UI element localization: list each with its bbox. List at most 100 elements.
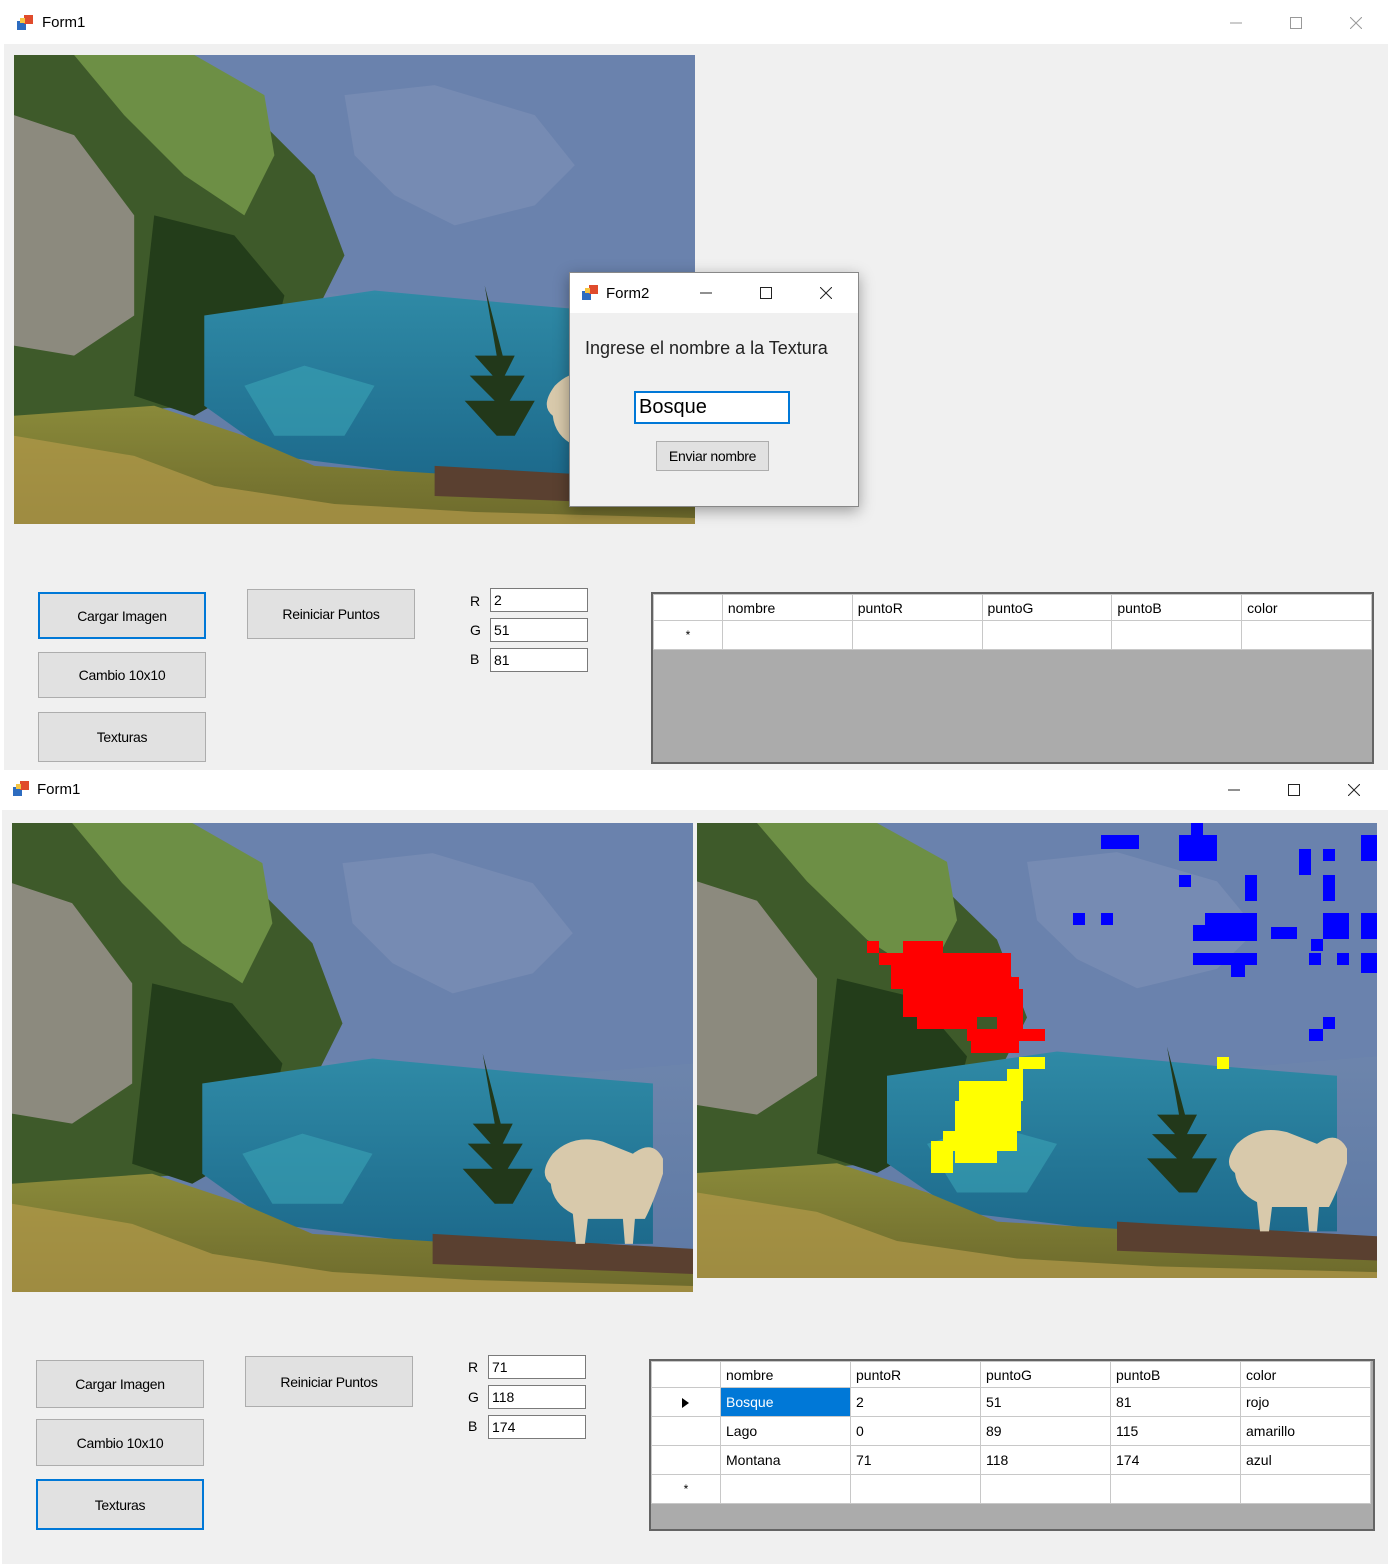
textures-button[interactable]: Texturas <box>38 712 206 762</box>
grid-cell[interactable]: 2 <box>850 1387 981 1417</box>
minimize-button[interactable] <box>1206 2 1266 44</box>
grid-cell[interactable] <box>1111 620 1243 650</box>
dialog-title: Form2 <box>606 285 650 302</box>
app-icon <box>17 15 33 30</box>
grid-cell[interactable]: azul <box>1240 1445 1371 1475</box>
current-row-indicator <box>651 1387 721 1417</box>
close-icon <box>1350 17 1362 29</box>
app-icon <box>13 781 29 796</box>
grid-cell[interactable]: 89 <box>980 1416 1111 1446</box>
grid-cell[interactable]: amarillo <box>1240 1416 1371 1446</box>
column-header-puntob[interactable]: puntoB <box>1110 1361 1241 1388</box>
new-row[interactable]: * <box>651 1474 1371 1504</box>
grid-cell[interactable] <box>850 1474 981 1504</box>
new-row[interactable]: * <box>653 620 1372 650</box>
maximize-button[interactable] <box>1264 770 1324 810</box>
b-input[interactable] <box>490 648 588 672</box>
r-input[interactable] <box>490 588 588 612</box>
app-icon <box>582 285 598 300</box>
r-input[interactable] <box>488 1355 586 1379</box>
column-header-puntog[interactable]: puntoG <box>981 594 1113 621</box>
grid-cell[interactable]: Lago <box>720 1416 851 1446</box>
g-label: G <box>470 622 481 638</box>
g-input[interactable] <box>490 618 588 642</box>
maximize-icon <box>1288 784 1300 796</box>
grid-cell[interactable] <box>851 620 983 650</box>
form1-window-bottom: Form1 Cargar Imagen Cambio 10x10 Textura… <box>2 770 1388 1564</box>
grid-cell[interactable]: 71 <box>850 1445 981 1475</box>
grid-cell[interactable] <box>720 1474 851 1504</box>
table-row[interactable]: Montana 71 118 174 azul <box>651 1445 1371 1475</box>
grid-cell[interactable]: rojo <box>1240 1387 1371 1417</box>
close-icon <box>820 287 832 299</box>
close-button[interactable] <box>1326 2 1386 44</box>
grid-header-row: nombre puntoR puntoG puntoB color <box>651 1361 1371 1388</box>
texture-name-input[interactable] <box>634 391 790 424</box>
grid-table: nombre puntoR puntoG puntoB color Bosque… <box>651 1361 1371 1504</box>
maximize-icon <box>760 287 772 299</box>
textures-grid[interactable]: nombre puntoR puntoG puntoB color Bosque… <box>649 1359 1375 1531</box>
maximize-button[interactable] <box>1266 2 1326 44</box>
g-label: G <box>468 1389 479 1405</box>
textures-button[interactable]: Texturas <box>36 1479 204 1530</box>
dialog-minimize-button[interactable] <box>676 273 736 313</box>
close-button[interactable] <box>1324 770 1384 810</box>
reset-points-button[interactable]: Reiniciar Puntos <box>245 1356 413 1407</box>
form2-dialog: Form2 Ingrese el nombre a la Textura Env… <box>569 272 859 507</box>
column-header-color[interactable]: color <box>1240 1361 1371 1388</box>
grid-cell[interactable] <box>1241 620 1372 650</box>
column-header-puntor[interactable]: puntoR <box>850 1361 981 1388</box>
minimize-icon <box>700 292 712 294</box>
grid-table: nombre puntoR puntoG puntoB color * <box>653 594 1372 650</box>
column-header-puntog[interactable]: puntoG <box>980 1361 1111 1388</box>
dialog-close-button[interactable] <box>796 273 856 313</box>
window-title: Form1 <box>42 14 86 31</box>
change-10x10-button[interactable]: Cambio 10x10 <box>36 1419 204 1466</box>
grid-cell[interactable]: Montana <box>720 1445 851 1475</box>
reset-points-button[interactable]: Reiniciar Puntos <box>247 589 415 639</box>
texture-name-prompt: Ingrese el nombre a la Textura <box>585 338 828 358</box>
title-bar: Form1 <box>2 770 1388 810</box>
grid-cell[interactable]: 81 <box>1110 1387 1241 1417</box>
table-row[interactable]: Bosque 2 51 81 rojo <box>651 1387 1371 1417</box>
table-row[interactable]: Lago 0 89 115 amarillo <box>651 1416 1371 1446</box>
minimize-button[interactable] <box>1204 770 1264 810</box>
original-picture <box>12 823 693 1292</box>
new-row-marker: * <box>653 620 723 650</box>
change-10x10-button[interactable]: Cambio 10x10 <box>38 652 206 698</box>
landscape-image <box>12 823 693 1292</box>
row-header[interactable] <box>651 1445 721 1475</box>
load-image-button[interactable]: Cargar Imagen <box>38 592 206 639</box>
send-name-button[interactable]: Enviar nombre <box>656 441 769 471</box>
b-label: B <box>470 651 480 667</box>
grid-cell[interactable]: 115 <box>1110 1416 1241 1446</box>
r-label: R <box>468 1359 479 1375</box>
grid-corner <box>651 1361 721 1388</box>
processed-picture <box>697 823 1377 1278</box>
title-bar: Form1 <box>4 2 1388 44</box>
column-header-puntor[interactable]: puntoR <box>851 594 983 621</box>
new-row-marker: * <box>651 1474 721 1504</box>
column-header-nombre[interactable]: nombre <box>721 594 853 621</box>
grid-cell[interactable] <box>981 620 1113 650</box>
row-header[interactable] <box>651 1416 721 1446</box>
g-input[interactable] <box>488 1385 586 1409</box>
column-header-color[interactable]: color <box>1241 594 1372 621</box>
grid-cell[interactable]: 174 <box>1110 1445 1241 1475</box>
maximize-icon <box>1290 17 1302 29</box>
grid-cell[interactable] <box>980 1474 1111 1504</box>
column-header-puntob[interactable]: puntoB <box>1111 594 1243 621</box>
close-icon <box>1348 784 1360 796</box>
grid-cell[interactable] <box>1240 1474 1371 1504</box>
grid-cell[interactable] <box>721 620 853 650</box>
grid-cell[interactable] <box>1110 1474 1241 1504</box>
column-header-nombre[interactable]: nombre <box>720 1361 851 1388</box>
load-image-button[interactable]: Cargar Imagen <box>36 1360 204 1408</box>
grid-cell[interactable]: 51 <box>980 1387 1111 1417</box>
textures-grid[interactable]: nombre puntoR puntoG puntoB color * <box>651 592 1374 764</box>
grid-cell[interactable]: Bosque <box>720 1387 851 1417</box>
grid-cell[interactable]: 118 <box>980 1445 1111 1475</box>
grid-cell[interactable]: 0 <box>850 1416 981 1446</box>
dialog-maximize-button[interactable] <box>736 273 796 313</box>
b-input[interactable] <box>488 1415 586 1439</box>
